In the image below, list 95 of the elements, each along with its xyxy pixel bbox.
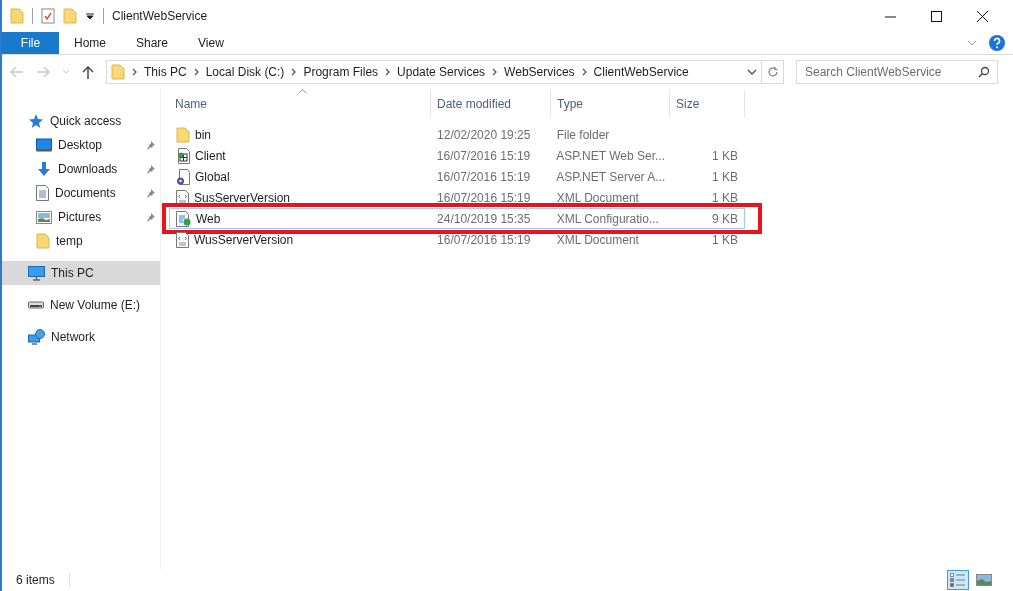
address-bar[interactable]: This PC Local Disk (C:) Program Files Update Services WebServices ClientWebService — [106, 60, 762, 84]
file-row[interactable]: Client 16/07/2016 15:19 ASP.NET Web Ser... 1 KB — [169, 145, 745, 166]
gear-file-icon — [176, 168, 190, 185]
table-cell-text: 1 KB — [712, 168, 738, 186]
nav-item[interactable]: This PC — [2, 261, 160, 285]
table-cell-text: ASP.NET Server A... — [556, 168, 666, 186]
close-icon — [976, 10, 988, 22]
file-name: bin — [195, 126, 211, 144]
pin-icon[interactable] — [146, 140, 156, 150]
nav-item[interactable]: Documents — [2, 181, 160, 205]
file-row[interactable]: Web 24/10/2019 15:35 XML Configuratio... 9 KB — [169, 208, 745, 229]
chevron-right-icon[interactable] — [385, 68, 391, 76]
maximize-icon — [930, 10, 942, 22]
nav-item[interactable]: Desktop — [2, 133, 160, 157]
folder-icon — [111, 64, 125, 80]
table-cell-text: 9 KB — [712, 210, 738, 228]
caret-icon[interactable] — [85, 11, 95, 21]
item-count: 6 items — [16, 572, 55, 589]
help-icon[interactable] — [989, 35, 1005, 51]
table-cell-text: 16/07/2016 15:19 — [437, 231, 531, 249]
picture-icon — [36, 210, 52, 224]
column-header[interactable]: Date modified — [431, 90, 551, 117]
new-folder-icon[interactable] — [63, 8, 77, 24]
table-cell-text: XML Configuratio... — [556, 210, 659, 228]
monitor-icon — [36, 138, 52, 152]
breadcrumb[interactable]: Update Services — [397, 63, 486, 81]
file-row[interactable]: Global 16/07/2016 15:19 ASP.NET Server A... 1 KB — [169, 166, 745, 187]
properties-icon[interactable] — [41, 8, 55, 24]
file-row[interactable]: bin 12/02/2020 19:25 File folder — [169, 124, 745, 145]
nav-item[interactable]: Quick access — [2, 109, 160, 133]
file-name: Global — [195, 168, 230, 186]
monitor-icon — [28, 265, 45, 281]
chevron-right-icon[interactable] — [132, 68, 137, 76]
chevron-right-icon[interactable] — [291, 68, 297, 76]
window-title: ClientWebService — [112, 8, 208, 25]
ribbon-tab[interactable]: Share — [121, 32, 184, 54]
chevron-right-icon[interactable] — [492, 68, 498, 76]
column-header[interactable]: Name — [169, 90, 431, 117]
pin-icon[interactable] — [146, 212, 156, 222]
column-header[interactable]: Type — [551, 90, 670, 117]
nav-item[interactable]: temp — [2, 229, 160, 253]
nav-item[interactable]: Downloads — [2, 157, 160, 181]
nav-item[interactable]: New Volume (E:) — [2, 293, 160, 317]
up-arrow-icon[interactable] — [82, 65, 94, 79]
column-header[interactable]: Size — [670, 90, 745, 117]
search-field[interactable]: Search ClientWebService — [796, 60, 998, 84]
chevron-down-icon[interactable] — [747, 69, 757, 75]
nav-item[interactable]: Network — [2, 325, 160, 349]
file-name: WusServerVersion — [194, 231, 294, 249]
ribbon-tab[interactable]: Home — [59, 32, 121, 54]
ribbon-tab[interactable]: View — [183, 32, 239, 54]
table-cell-text: XML Document — [556, 189, 639, 207]
down-arrow-icon — [36, 161, 52, 177]
sort-caret-icon — [298, 89, 307, 94]
folder-icon[interactable] — [10, 8, 24, 24]
table-cell-text: 16/07/2016 15:19 — [436, 168, 531, 186]
network-icon — [28, 329, 45, 345]
folder-icon — [36, 233, 50, 249]
chevron-right-icon[interactable] — [193, 68, 199, 76]
table-cell-text: 12/02/2020 19:25 — [437, 126, 531, 144]
file-name: Web — [196, 210, 221, 228]
table-cell-text: 1 KB — [712, 231, 738, 249]
breadcrumb[interactable]: Local Disk (C:) — [205, 63, 285, 81]
file-row[interactable]: SusServerVersion 16/07/2016 15:19 XML Document 1 KB — [169, 187, 745, 208]
table-cell-text: 1 KB — [712, 189, 738, 207]
pin-icon[interactable] — [146, 164, 156, 174]
table-cell-text: 1 KB — [712, 147, 738, 165]
table-cell-text: XML Document — [556, 231, 639, 249]
nav-item[interactable]: Pictures — [2, 205, 160, 229]
table-cell-text: ASP.NET Web Ser... — [556, 147, 666, 165]
drive-icon — [28, 301, 44, 309]
folder-icon — [176, 126, 190, 143]
refresh-button[interactable] — [762, 60, 784, 84]
table-cell-text: File folder — [556, 126, 610, 144]
search-icon — [978, 66, 990, 78]
pin-icon[interactable] — [146, 188, 156, 198]
table-cell-text: 16/07/2016 15:19 — [436, 147, 531, 165]
web-file-icon — [176, 147, 190, 164]
breadcrumb[interactable]: This PC — [144, 63, 187, 81]
file-name: Client — [195, 147, 226, 165]
breadcrumb[interactable]: Program Files — [303, 63, 379, 81]
star-icon — [28, 113, 44, 129]
refresh-icon — [766, 66, 779, 78]
table-cell-text: 16/07/2016 15:19 — [437, 189, 531, 207]
table-cell-text: 24/10/2019 15:35 — [437, 210, 531, 228]
file-row[interactable]: WusServerVersion 16/07/2016 15:19 XML Document 1 KB — [169, 229, 745, 250]
file-menu-tab[interactable]: File — [2, 32, 59, 54]
xml-file-icon — [176, 231, 189, 248]
document-icon — [36, 185, 49, 201]
breadcrumb[interactable]: ClientWebService — [593, 63, 689, 81]
breadcrumb[interactable]: WebServices — [504, 63, 575, 81]
chevron-right-icon[interactable] — [581, 68, 587, 76]
details-view-button[interactable] — [947, 570, 969, 590]
file-name: SusServerVersion — [194, 189, 291, 207]
config-file-icon — [176, 210, 191, 227]
